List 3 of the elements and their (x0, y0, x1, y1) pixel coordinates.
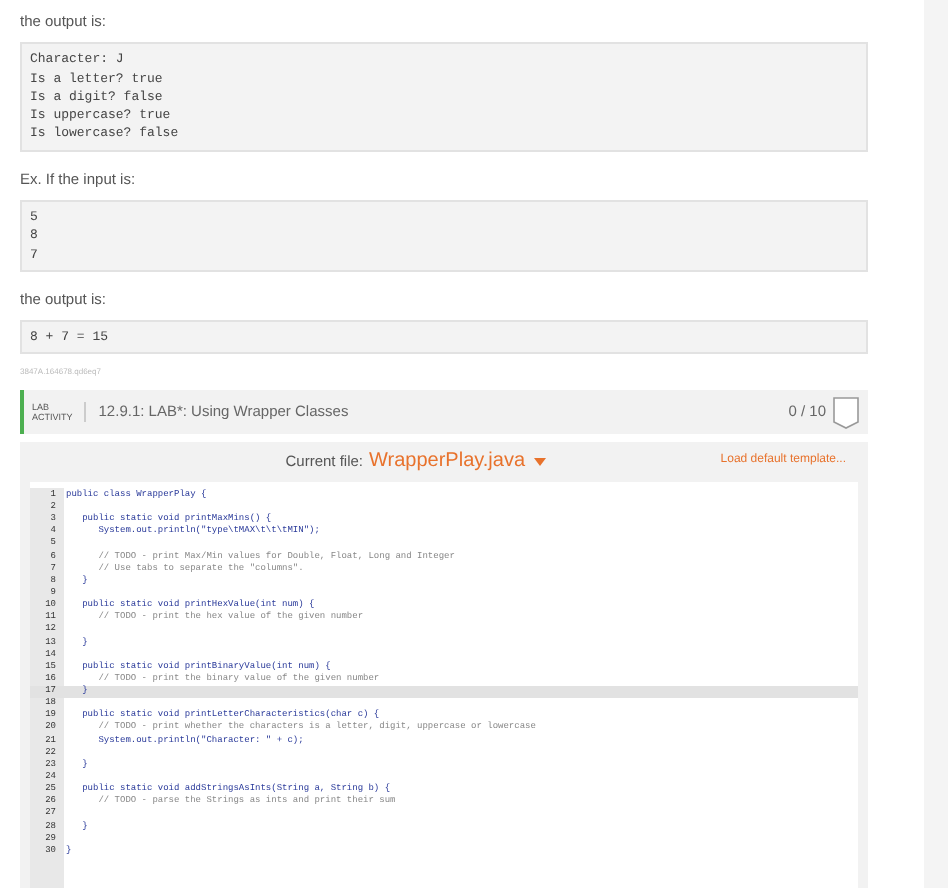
score-badge-icon (832, 395, 860, 430)
file-select[interactable]: WrapperPlay.java (369, 446, 546, 477)
caret-icon (533, 457, 546, 466)
